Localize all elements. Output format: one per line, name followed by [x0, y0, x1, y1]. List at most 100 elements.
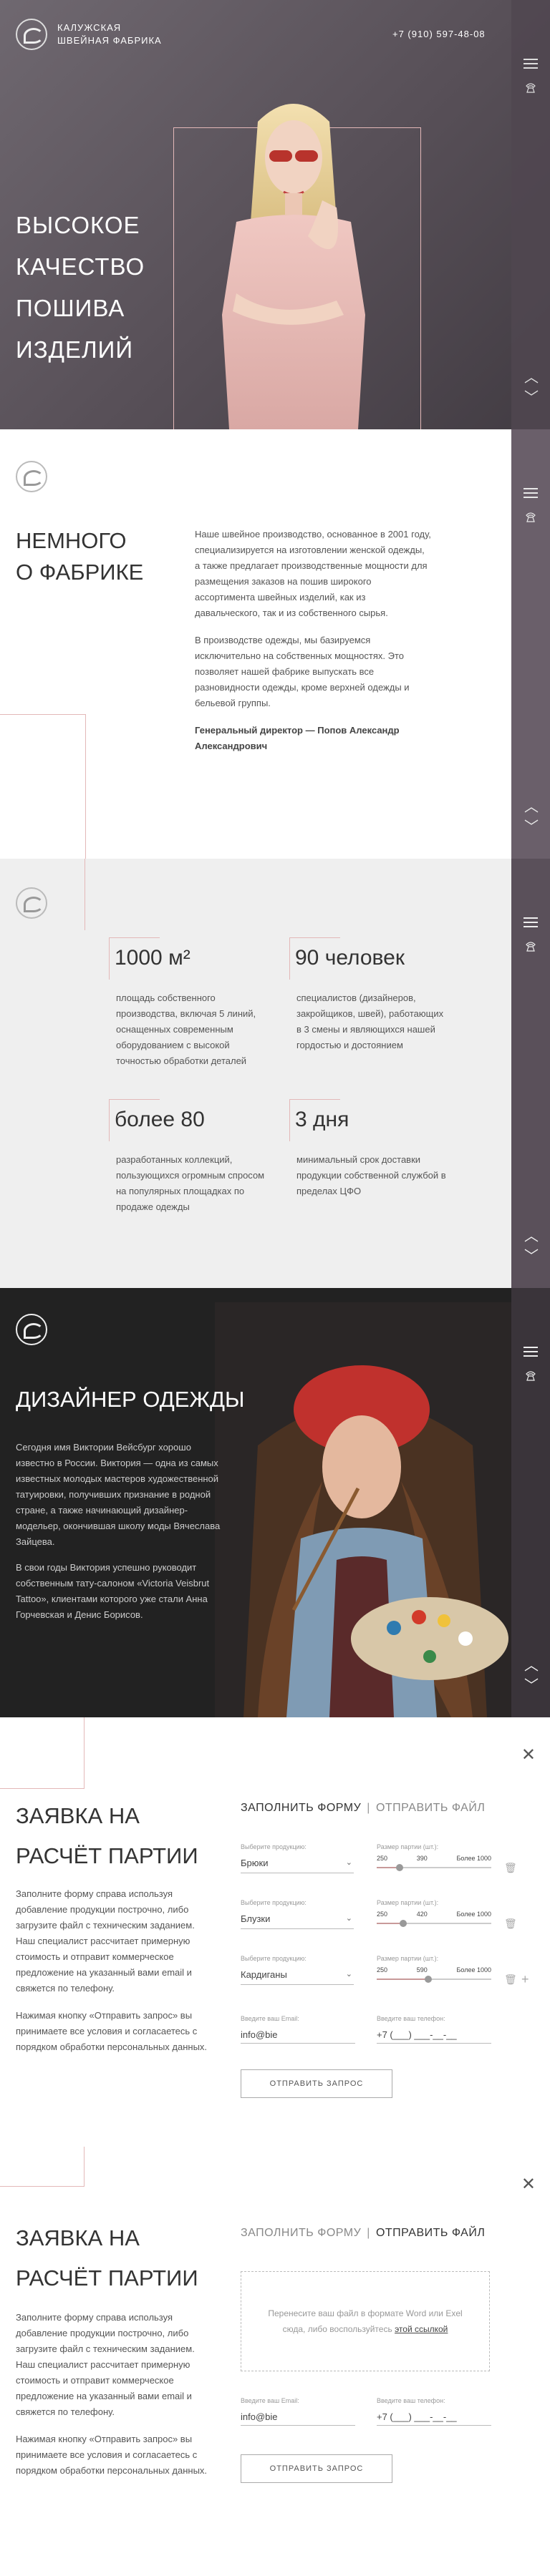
chevron-down-icon: ⌄ [345, 1970, 352, 1979]
stat-item: 3 дня минимальный срок доставки продукци… [289, 1099, 447, 1199]
form-title-line: расчёт партии [16, 2265, 198, 2290]
side-rail: ︿ ﹀ [511, 859, 550, 1288]
tab-fill-form[interactable]: Заполнить форму [241, 2227, 361, 2239]
hamburger-menu-icon[interactable] [524, 917, 538, 927]
product-row: Выберите продукцию: Блузки ⌄ Размер парти… [241, 1899, 517, 1942]
submit-button[interactable]: Отправить запрос [241, 2069, 392, 2098]
slider-value: 590 [416, 1966, 428, 1974]
size-label: Размер партии (шт.): [377, 1899, 439, 1906]
chevron-down-icon[interactable]: ﹀ [524, 1676, 539, 1696]
close-icon[interactable]: ✕ [521, 1745, 536, 1765]
size-slider[interactable]: 250 420 Более 1000 [377, 1911, 491, 1928]
chevron-down-icon[interactable]: ﹀ [524, 388, 539, 408]
phone-label: Введите ваш телефон: [377, 2015, 445, 2022]
chevron-up-icon[interactable]: ︿ [524, 368, 539, 388]
phone-field[interactable]: +7 (___) ___-__-__ [377, 2409, 491, 2426]
headline-line: качество [16, 253, 145, 280]
tab-send-file[interactable]: Отправить файл [376, 1802, 485, 1814]
product-select[interactable]: Брюки ⌄ [241, 1855, 354, 1873]
hero-model-image [222, 104, 365, 429]
side-rail: ︿ ﹀ [511, 1288, 550, 1717]
stat-item: более 80 разработанных коллекций, пользу… [109, 1099, 266, 1215]
form-title: Заявка на расчёт партии [16, 2218, 198, 2298]
product-select-value: Брюки [241, 1858, 269, 1868]
slider-max: Более 1000 [456, 1966, 492, 1974]
brand-line-1: Калужская [57, 22, 122, 33]
order-form-section: ✕ Заявка на расчёт партии Заполните форм… [0, 1717, 550, 2147]
phone-icon[interactable] [525, 82, 536, 93]
factory-logo-icon[interactable] [16, 887, 47, 919]
form-consent-text: Нажимая кнопку «Отправить запрос» вы при… [16, 2434, 208, 2476]
phone-icon[interactable] [525, 940, 536, 952]
chevron-up-icon[interactable]: ︿ [524, 1656, 539, 1676]
phone-icon[interactable] [525, 511, 536, 522]
phone-group: Введите ваш телефон: +7 (___) ___-__-__ [377, 2397, 491, 2426]
form-title-line: Заявка на [16, 2225, 140, 2250]
stat-number: 3 дня [289, 1099, 447, 1143]
hero-headline: Высокое качество пошива изделий [16, 205, 173, 371]
factory-logo-icon[interactable] [16, 1314, 47, 1345]
chevron-up-icon[interactable]: ︿ [524, 797, 539, 817]
trash-icon[interactable]: 🗑 [504, 1918, 517, 1930]
headline-line: пошива [16, 295, 125, 321]
tab-fill-form[interactable]: Заполнить форму [241, 1802, 361, 1814]
stat-description: специалистов (дизайнеров, закройщиков, ш… [296, 992, 444, 1050]
slider-min: 250 [377, 1911, 388, 1918]
form-tabs: Заполнить форму | Отправить файл [241, 1802, 485, 1815]
add-row-icon[interactable]: + [521, 1972, 529, 1987]
hamburger-menu-icon[interactable] [524, 488, 538, 498]
form-lead: Заполните форму справа используя добавле… [16, 1886, 209, 2067]
factory-logo-icon[interactable] [16, 461, 47, 492]
product-row: Выберите продукцию: Брюки ⌄ Размер партии… [241, 1843, 517, 1886]
order-file-section: ✕ Заявка на расчёт партии Заполните форм… [0, 2147, 550, 2576]
brand-line-2: швейная фабрика [57, 35, 162, 46]
slider-min: 250 [377, 1966, 388, 1974]
slider-handle[interactable] [399, 1920, 407, 1927]
hamburger-menu-icon[interactable] [524, 1347, 538, 1357]
stat-description: минимальный срок доставки продукции собс… [296, 1154, 446, 1196]
phone-field[interactable]: +7 (___) ___-__-__ [377, 2026, 491, 2044]
hamburger-menu-icon[interactable] [524, 59, 538, 69]
section-nav: ︿ ﹀ [524, 368, 539, 408]
chevron-down-icon[interactable]: ﹀ [524, 817, 539, 837]
frame-decoration [0, 714, 86, 859]
size-label: Размер партии (шт.): [377, 1843, 439, 1850]
size-slider[interactable]: 250 590 Более 1000 [377, 1966, 491, 1984]
size-label: Размер партии (шт.): [377, 1955, 439, 1962]
about-section: Немного о фабрике Наше швейное производс… [0, 429, 550, 859]
email-field[interactable]: info@bie [241, 2026, 355, 2044]
close-icon[interactable]: ✕ [521, 2174, 536, 2195]
size-slider[interactable]: 250 390 Более 1000 [377, 1855, 491, 1872]
about-title: Немного о фабрике [16, 525, 143, 588]
trash-icon[interactable]: 🗑 [504, 1974, 517, 1986]
slider-handle[interactable] [396, 1864, 403, 1871]
product-select[interactable]: Блузки ⌄ [241, 1911, 354, 1929]
designer-photo [215, 1302, 516, 1717]
section-nav: ︿ ﹀ [524, 797, 539, 837]
chevron-down-icon: ⌄ [345, 1914, 352, 1923]
chevron-down-icon[interactable]: ﹀ [524, 1246, 539, 1267]
about-text: Наше швейное производство, основанное в … [195, 527, 431, 766]
dropzone-link[interactable]: этой ссылкой [395, 2324, 448, 2334]
form-lead-paragraph: Заполните форму справа используя добавле… [16, 2312, 195, 2417]
slider-value: 390 [416, 1855, 428, 1862]
form-title: Заявка на расчёт партии [16, 1796, 198, 1876]
form-consent-text: Нажимая кнопку «Отправить запрос» вы при… [16, 2010, 208, 2052]
product-select-value: Кардиганы [241, 1969, 287, 1980]
header-phone[interactable]: +7 (910) 597-48-08 [392, 29, 486, 39]
slider-handle[interactable] [425, 1976, 432, 1983]
chevron-down-icon: ⌄ [345, 1858, 352, 1867]
file-dropzone[interactable]: Перенесите ваш файл в формате Word или E… [241, 2271, 490, 2371]
trash-icon[interactable]: 🗑 [504, 1862, 517, 1874]
email-field[interactable]: info@bie [241, 2409, 355, 2426]
tab-send-file[interactable]: Отправить файл [376, 2227, 485, 2239]
about-title-line: Немного [16, 528, 127, 553]
brand[interactable]: Калужская швейная фабрика [16, 19, 162, 50]
product-select[interactable]: Кардиганы ⌄ [241, 1966, 354, 1985]
phone-icon[interactable] [525, 1370, 536, 1381]
about-title-line: о фабрике [16, 560, 144, 585]
stat-number: 1000 м² [109, 937, 266, 982]
submit-button[interactable]: Отправить запрос [241, 2454, 392, 2483]
slider-min: 250 [377, 1855, 388, 1862]
chevron-up-icon[interactable]: ︿ [524, 1226, 539, 1246]
